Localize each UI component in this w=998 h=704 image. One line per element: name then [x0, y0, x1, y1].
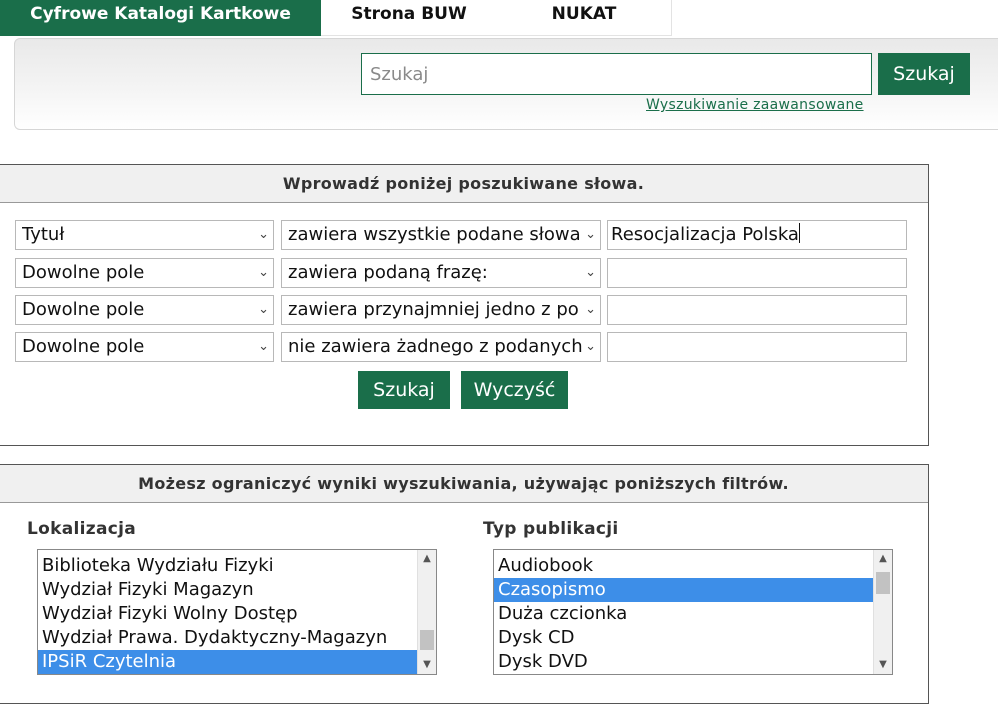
scroll-thumb[interactable]: [876, 572, 890, 594]
search-button[interactable]: Szukaj: [878, 53, 970, 95]
list-item[interactable]: Wydział Prawa. Dydaktyczny-Magazyn: [38, 626, 418, 650]
value-input-1[interactable]: Resocjalizacja Polska: [607, 220, 907, 250]
operator-select-1[interactable]: zawiera wszystkie podane słowa ⌄: [281, 220, 601, 250]
list-item[interactable]: Wydział Fizyki Wolny Dostęp: [38, 602, 418, 626]
chevron-down-icon: ⌄: [258, 227, 269, 242]
operator-select-value: zawiera podaną frazę:: [288, 262, 488, 283]
list-item[interactable]: Wydział Fizyki Magazyn: [38, 578, 418, 602]
chevron-down-icon: ⌄: [585, 339, 596, 354]
tab-nukat[interactable]: NUKAT: [497, 0, 672, 36]
operator-select-value: nie zawiera żadnego z podanych: [288, 336, 582, 357]
chevron-down-icon: ⌄: [585, 302, 596, 317]
advanced-search-link[interactable]: Wyszukiwanie zaawansowane: [646, 97, 864, 113]
location-label: Lokalizacja: [27, 519, 136, 539]
value-input-text: Resocjalizacja Polska: [611, 224, 799, 245]
field-select-1[interactable]: Tytuł ⌄: [15, 220, 274, 250]
publication-type-listbox[interactable]: Audiobook Czasopismo Duża czcionka Dysk …: [493, 549, 893, 675]
scroll-down-icon[interactable]: ▼: [418, 656, 436, 674]
operator-select-3[interactable]: zawiera przynajmniej jedno z po ⌄: [281, 295, 601, 325]
field-select-value: Dowolne pole: [22, 336, 145, 357]
field-select-3[interactable]: Dowolne pole ⌄: [15, 295, 274, 325]
list-item-selected[interactable]: Czasopismo: [494, 578, 873, 602]
operator-select-4[interactable]: nie zawiera żadnego z podanych ⌄: [281, 332, 601, 362]
value-input-4[interactable]: [607, 332, 907, 362]
publication-type-label: Typ publikacji: [483, 519, 619, 539]
field-select-4[interactable]: Dowolne pole ⌄: [15, 332, 274, 362]
location-listbox[interactable]: Biblioteka Wydziału Fizyki Wydział Fizyk…: [37, 549, 437, 675]
publication-type-scrollbar[interactable]: ▲ ▼: [873, 550, 892, 674]
chevron-down-icon: ⌄: [585, 265, 596, 280]
scroll-down-icon[interactable]: ▼: [874, 656, 892, 674]
field-select-value: Dowolne pole: [22, 262, 145, 283]
chevron-down-icon: ⌄: [258, 339, 269, 354]
clear-button[interactable]: Wyczyść: [461, 371, 568, 409]
chevron-down-icon: ⌄: [258, 302, 269, 317]
chevron-down-icon: ⌄: [585, 227, 596, 242]
operator-select-2[interactable]: zawiera podaną frazę: ⌄: [281, 258, 601, 288]
value-input-2[interactable]: [607, 258, 907, 288]
search-input[interactable]: [361, 53, 872, 95]
list-item[interactable]: Biblioteka Wydziału Fizyki: [38, 554, 418, 578]
list-item[interactable]: Dysk DVD: [494, 650, 874, 674]
scroll-thumb[interactable]: [420, 630, 434, 650]
list-item-selected[interactable]: IPSiR Czytelnia: [38, 650, 417, 674]
tab-strona-buw[interactable]: Strona BUW: [321, 0, 497, 36]
field-select-value: Dowolne pole: [22, 299, 145, 320]
top-tab-bar: Cyfrowe Katalogi Kartkowe Strona BUW NUK…: [0, 0, 998, 36]
location-scrollbar[interactable]: ▲ ▼: [417, 550, 436, 674]
list-item[interactable]: Dysk CD: [494, 626, 874, 650]
operator-select-value: zawiera przynajmniej jedno z po: [288, 299, 579, 320]
query-panel-header: Wprowadź poniżej poszukiwane słowa.: [0, 165, 928, 203]
chevron-down-icon: ⌄: [258, 265, 269, 280]
text-caret: [798, 223, 800, 243]
scroll-up-icon[interactable]: ▲: [874, 550, 892, 568]
list-item[interactable]: Duża czcionka: [494, 602, 874, 626]
list-item[interactable]: Audiobook: [494, 554, 874, 578]
scroll-up-icon[interactable]: ▲: [418, 550, 436, 568]
field-select-value: Tytuł: [22, 224, 65, 245]
field-select-2[interactable]: Dowolne pole ⌄: [15, 258, 274, 288]
operator-select-value: zawiera wszystkie podane słowa: [288, 224, 581, 245]
value-input-3[interactable]: [607, 295, 907, 325]
advanced-search-button[interactable]: Szukaj: [358, 371, 450, 409]
tab-cyfrowe-katalogi[interactable]: Cyfrowe Katalogi Kartkowe: [0, 0, 321, 36]
filter-panel-header: Możesz ograniczyć wyniki wyszukiwania, u…: [0, 465, 928, 503]
